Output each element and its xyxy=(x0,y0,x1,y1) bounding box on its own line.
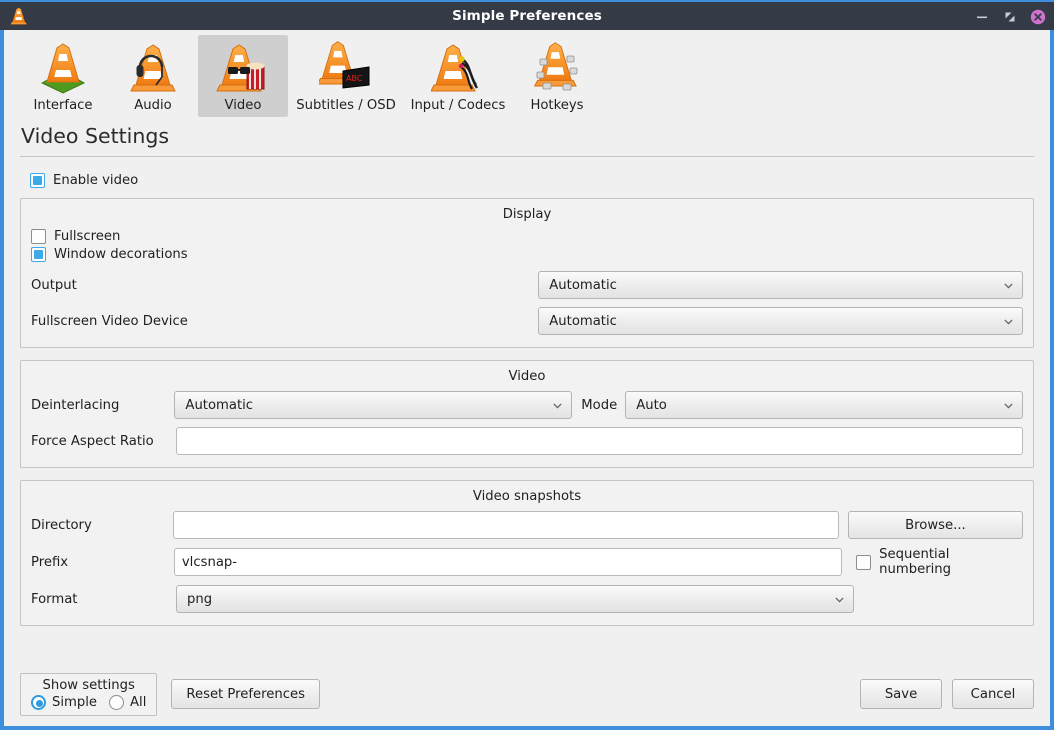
force-aspect-ratio-label: Force Aspect Ratio xyxy=(31,434,176,449)
radio-simple-label: Simple xyxy=(52,695,97,710)
bottom-bar: Show settings Simple All Reset Preferenc… xyxy=(4,662,1050,726)
settings-content: Enable video Display Fullscreen Window d… xyxy=(4,157,1050,662)
checkbox-indicator xyxy=(30,173,45,188)
vlc-cone-subtitles-icon: ABC xyxy=(319,41,373,95)
mode-value: Auto xyxy=(636,398,1003,413)
radio-indicator xyxy=(109,695,124,710)
vlc-cone-icon xyxy=(9,6,29,26)
radio-all-label: All xyxy=(130,695,146,710)
mode-label: Mode xyxy=(581,398,617,413)
enable-video-label: Enable video xyxy=(53,173,138,188)
format-value: png xyxy=(187,592,834,607)
toolbar-item-interface[interactable]: Interface xyxy=(18,35,108,117)
close-icon[interactable] xyxy=(1030,9,1046,25)
vlc-cone-input-icon xyxy=(431,41,485,95)
browse-button[interactable]: Browse... xyxy=(848,511,1023,539)
format-label: Format xyxy=(31,592,176,607)
format-dropdown[interactable]: png xyxy=(176,585,854,613)
enable-video-checkbox[interactable]: Enable video xyxy=(30,173,138,188)
mode-dropdown[interactable]: Auto xyxy=(625,391,1023,419)
display-group: Display Fullscreen Window decorations Ou… xyxy=(20,198,1034,348)
fullscreen-video-device-dropdown[interactable]: Automatic xyxy=(538,307,1023,335)
vlc-cone-video-icon xyxy=(216,41,270,95)
video-group: Video Deinterlacing Automatic Mode Auto xyxy=(20,360,1034,468)
chevron-down-icon xyxy=(1003,400,1014,411)
save-button[interactable]: Save xyxy=(860,679,942,709)
toolbar-item-subtitles-osd[interactable]: ABC Subtitles / OSD xyxy=(288,35,404,117)
fullscreen-label: Fullscreen xyxy=(54,229,120,244)
page-header: Video Settings xyxy=(4,122,1050,157)
output-label: Output xyxy=(31,278,538,293)
toolbar-item-label: Video xyxy=(225,98,262,113)
window-decorations-checkbox[interactable]: Window decorations xyxy=(31,247,188,262)
chevron-down-icon xyxy=(552,400,563,411)
toolbar-item-audio[interactable]: Audio xyxy=(108,35,198,117)
fullscreen-video-device-label: Fullscreen Video Device xyxy=(31,314,538,329)
cancel-button[interactable]: Cancel xyxy=(952,679,1034,709)
deinterlacing-label: Deinterlacing xyxy=(31,398,174,413)
window-title: Simple Preferences xyxy=(0,8,1054,24)
preferences-window: Simple Preferences Interface xyxy=(0,0,1054,730)
chevron-down-icon xyxy=(834,594,845,605)
sequential-numbering-label: Sequential numbering xyxy=(879,547,1023,577)
checkbox-indicator xyxy=(856,555,871,570)
window-decorations-label: Window decorations xyxy=(54,247,188,262)
force-aspect-ratio-input[interactable] xyxy=(176,427,1023,455)
window-controls xyxy=(974,2,1046,32)
radio-simple[interactable]: Simple xyxy=(31,695,97,710)
category-toolbar: Interface Audio xyxy=(4,30,1050,122)
page-title: Video Settings xyxy=(20,122,1034,156)
directory-input[interactable] xyxy=(173,511,839,539)
svg-text:ABC: ABC xyxy=(346,74,363,83)
toolbar-item-hotkeys[interactable]: Hotkeys xyxy=(512,35,602,117)
show-settings-radios: Simple All xyxy=(31,695,146,710)
toolbar-item-input-codecs[interactable]: Input / Codecs xyxy=(404,35,512,117)
deinterlacing-value: Automatic xyxy=(185,398,552,413)
radio-indicator xyxy=(31,695,46,710)
prefix-label: Prefix xyxy=(31,555,174,570)
radio-all[interactable]: All xyxy=(109,695,146,710)
title-bar: Simple Preferences xyxy=(0,0,1054,30)
vlc-cone-interface-icon xyxy=(36,41,90,95)
output-dropdown[interactable]: Automatic xyxy=(538,271,1023,299)
minimize-icon[interactable] xyxy=(974,9,990,25)
toolbar-item-label: Subtitles / OSD xyxy=(296,98,396,113)
toolbar-item-video[interactable]: Video xyxy=(198,35,288,117)
toolbar-item-label: Interface xyxy=(33,98,92,113)
display-group-title: Display xyxy=(31,207,1023,222)
checkbox-indicator xyxy=(31,229,46,244)
video-group-title: Video xyxy=(31,369,1023,384)
toolbar-item-label: Hotkeys xyxy=(530,98,583,113)
video-snapshots-group-title: Video snapshots xyxy=(31,489,1023,504)
fullscreen-video-device-value: Automatic xyxy=(549,314,1003,329)
fullscreen-checkbox[interactable]: Fullscreen xyxy=(31,229,120,244)
toolbar-item-label: Audio xyxy=(134,98,171,113)
vlc-cone-audio-icon xyxy=(126,41,180,95)
sequential-numbering-checkbox[interactable]: Sequential numbering xyxy=(856,547,1023,577)
show-settings-group: Show settings Simple All xyxy=(20,673,157,716)
vlc-cone-hotkeys-icon xyxy=(530,41,584,95)
deinterlacing-dropdown[interactable]: Automatic xyxy=(174,391,572,419)
toolbar-item-label: Input / Codecs xyxy=(411,98,506,113)
show-settings-title: Show settings xyxy=(43,678,135,693)
reset-preferences-button[interactable]: Reset Preferences xyxy=(171,679,320,709)
chevron-down-icon xyxy=(1003,316,1014,327)
chevron-down-icon xyxy=(1003,280,1014,291)
video-snapshots-group: Video snapshots Directory Browse... Pref… xyxy=(20,480,1034,626)
directory-label: Directory xyxy=(31,518,173,533)
maximize-icon[interactable] xyxy=(1002,9,1018,25)
checkbox-indicator xyxy=(31,247,46,262)
prefix-input[interactable]: vlcsnap- xyxy=(174,548,842,576)
output-value: Automatic xyxy=(549,278,1003,293)
